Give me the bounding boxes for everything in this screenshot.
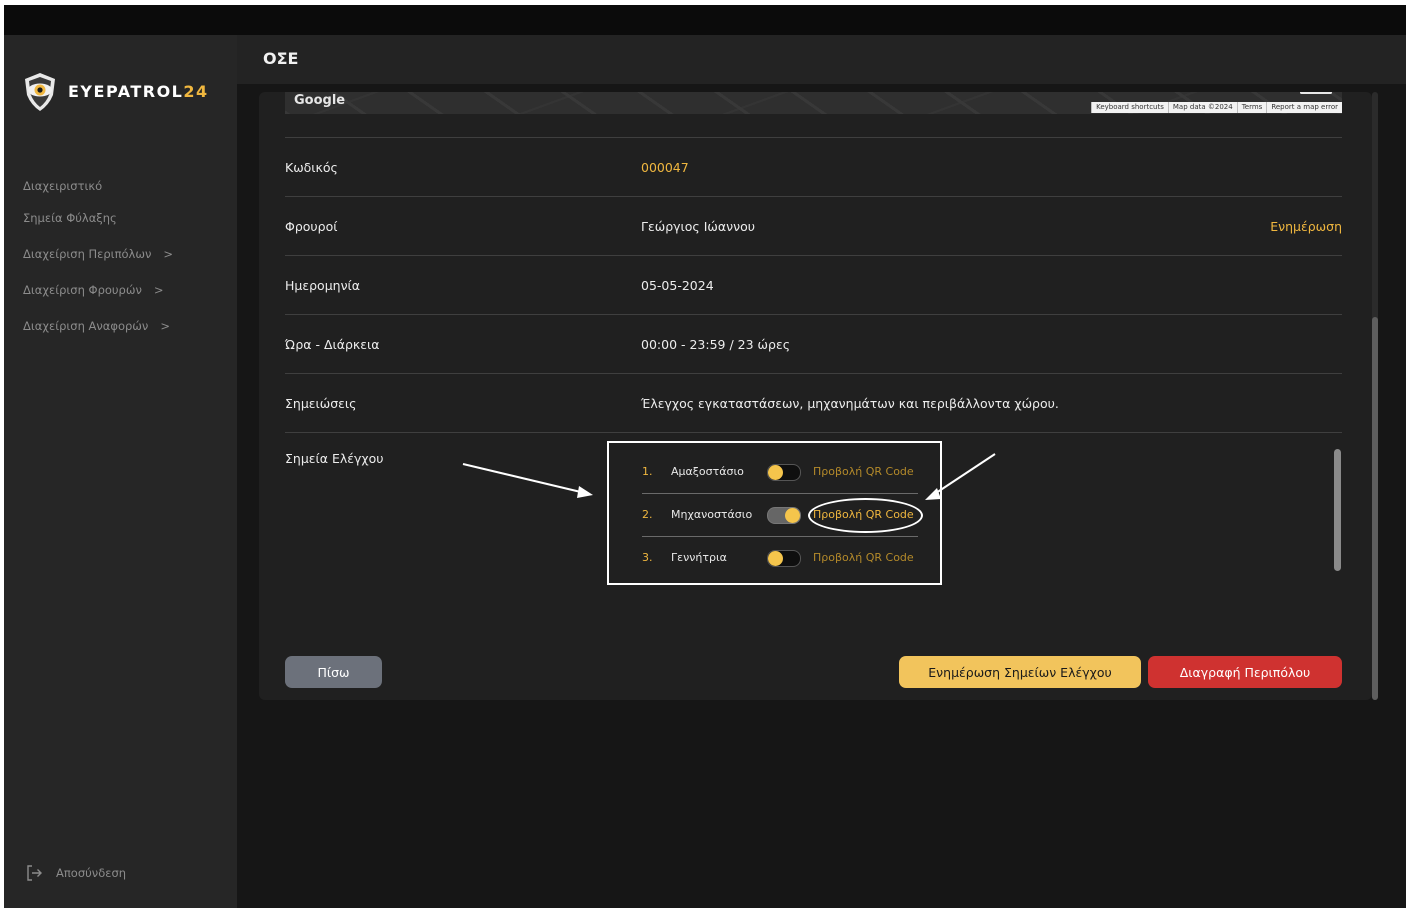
notes-value: Έλεγχος εγκαταστάσεων, μηχανημάτων και π… (641, 396, 1059, 411)
checkpoint-name: Μηχανοστάσιο (671, 508, 753, 521)
top-bar (4, 5, 1406, 35)
view-qr-code-link[interactable]: Προβολή QR Code (813, 465, 914, 478)
map-terms-link[interactable]: Terms (1236, 102, 1267, 113)
page-scrollbar[interactable] (1372, 92, 1378, 700)
toggle-knob (785, 508, 800, 523)
checkpoints-scrollbar[interactable] (1334, 449, 1341, 571)
sidebar-item-label: Διαχείριση Περιπόλων (23, 247, 152, 261)
google-logo: Google (294, 93, 346, 108)
guards-label: Φρουροί (285, 219, 338, 234)
checkpoint-item: 1. Αμαξοστάσιο Προβολή QR Code (642, 450, 918, 494)
chevron-right-icon: > (153, 283, 164, 297)
detail-row-checkpoints-divider (285, 432, 1342, 433)
code-label: Κωδικός (285, 160, 338, 175)
sidebar-item-label: Διαχείριση Φρουρών (23, 283, 142, 297)
page-title: ΟΣΕ (263, 49, 299, 68)
detail-row-notes: Σημειώσεις Έλεγχος εγκαταστάσεων, μηχανη… (285, 373, 1342, 433)
checkpoint-toggle[interactable] (767, 464, 801, 481)
arrow-icon (462, 463, 593, 498)
back-button[interactable]: Πίσω (285, 656, 382, 688)
checkpoint-name: Αμαξοστάσιο (671, 465, 744, 478)
time-label: Ώρα - Διάρκεια (285, 337, 380, 352)
checkpoints-label: Σημεία Ελέγχου (285, 451, 384, 466)
sidebar: EYEPATROL24 Διαχειριστικό Σημεία Φύλαξης… (4, 35, 237, 908)
map-data-label: Map data ©2024 (1167, 102, 1237, 113)
logout-button[interactable]: Αποσύνδεση (24, 863, 126, 883)
page-header: ΟΣΕ (237, 35, 1406, 84)
delete-patrol-button[interactable]: Διαγραφή Περιπόλου (1148, 656, 1342, 688)
view-qr-code-link[interactable]: Προβολή QR Code (813, 551, 914, 564)
brand-logo[interactable]: EYEPATROL24 (22, 71, 222, 115)
date-value: 05-05-2024 (641, 278, 714, 293)
detail-row-time: Ώρα - Διάρκεια 00:00 - 23:59 / 23 ώρες (285, 314, 1342, 374)
guards-value: Γεώργιος Ιώαννου (641, 219, 755, 234)
chevron-right-icon: > (163, 247, 174, 261)
sidebar-item-admin[interactable]: Διαχειριστικό (23, 174, 173, 198)
sidebar-item-label: Σημεία Φύλαξης (23, 211, 117, 225)
notes-label: Σημειώσεις (285, 396, 357, 411)
toggle-knob (768, 551, 783, 566)
sidebar-item-guards[interactable]: Διαχείριση Φρουρών > (23, 278, 173, 302)
logout-label: Αποσύνδεση (56, 866, 127, 880)
checkpoint-number: 1. (642, 465, 653, 478)
detail-row-guards: Φρουροί Γεώργιος Ιώαννου Ενημέρωση (285, 196, 1342, 256)
checkpoint-toggle[interactable] (767, 507, 801, 524)
chevron-right-icon: > (160, 319, 171, 333)
checkpoint-toggle[interactable] (767, 550, 801, 567)
brand-name: EYEPATROL (68, 82, 184, 101)
map-report-error-link[interactable]: Report a map error (1266, 102, 1342, 113)
sidebar-item-label: Διαχειριστικό (23, 179, 103, 193)
time-value: 00:00 - 23:59 / 23 ώρες (641, 337, 791, 352)
map-keyboard-shortcuts-link[interactable]: Keyboard shortcuts (1091, 102, 1168, 113)
sidebar-item-guard-points[interactable]: Σημεία Φύλαξης (23, 206, 173, 230)
code-value: 000047 (641, 160, 689, 175)
sidebar-item-patrols[interactable]: Διαχείριση Περιπόλων > (23, 242, 173, 266)
logout-icon (27, 865, 42, 881)
update-checkpoints-button[interactable]: Ενημέρωση Σημείων Ελέγχου (899, 656, 1141, 688)
checkpoint-name: Γεννήτρια (671, 551, 727, 564)
eye-shield-icon (25, 73, 55, 111)
brand-number: 24 (183, 82, 209, 101)
map-attribution: Keyboard shortcuts Map data ©2024 Terms … (1091, 102, 1342, 113)
sidebar-item-label: Διαχείριση Αναφορών (23, 319, 149, 333)
detail-row-code: Κωδικός 000047 (285, 137, 1342, 197)
toggle-knob (768, 465, 783, 480)
date-label: Ημερομηνία (285, 278, 361, 293)
map-view[interactable]: Google Keyboard shortcuts Map data ©2024… (285, 92, 1342, 114)
qr-highlight-circle (808, 498, 923, 533)
sidebar-nav: Διαχειριστικό Σημεία Φύλαξης Διαχείριση … (23, 174, 173, 338)
map-control-handle[interactable] (1300, 92, 1332, 94)
detail-row-date: Ημερομηνία 05-05-2024 (285, 255, 1342, 315)
scrollbar-thumb[interactable] (1372, 317, 1378, 700)
checkpoint-number: 3. (642, 551, 653, 564)
sidebar-item-reports[interactable]: Διαχείριση Αναφορών > (23, 314, 173, 338)
checkpoint-item: 3. Γεννήτρια Προβολή QR Code (642, 536, 918, 579)
patrol-details-card: Google Keyboard shortcuts Map data ©2024… (259, 92, 1372, 700)
update-guards-link[interactable]: Ενημέρωση (1270, 219, 1342, 234)
checkpoint-number: 2. (642, 508, 653, 521)
